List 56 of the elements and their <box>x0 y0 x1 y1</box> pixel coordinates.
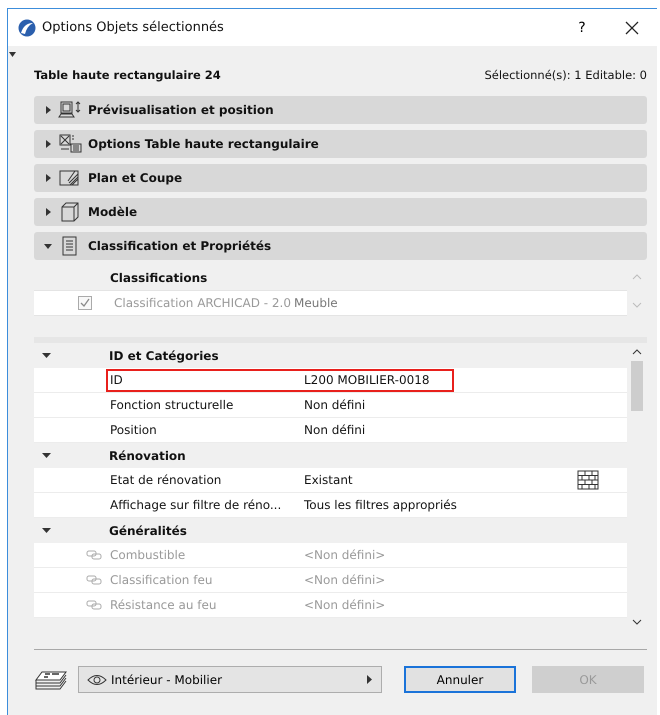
panel-header[interactable]: Plan et Coupe <box>34 164 647 192</box>
close-icon <box>625 20 639 34</box>
monitor-icon <box>58 100 82 120</box>
expand-arrow-icon <box>44 208 52 216</box>
expand-arrow-icon <box>44 140 52 148</box>
classification-system: Classification ARCHICAD - 2.0 <box>114 296 291 310</box>
brick-wall-icon[interactable] <box>577 470 599 490</box>
property-name: Résistance au feu <box>110 598 218 612</box>
classification-value: Meuble <box>294 296 338 310</box>
collapse-arrow-icon[interactable] <box>42 452 51 458</box>
property-value: <Non défini> <box>304 573 386 587</box>
app-logo-icon <box>18 18 36 36</box>
settings-grid-icon <box>58 134 82 154</box>
help-button[interactable]: ? <box>557 9 607 46</box>
property-value[interactable]: Tous les filtres appropriés <box>304 498 457 512</box>
property-value: <Non défini> <box>304 548 386 562</box>
collapse-arrow-icon[interactable] <box>42 528 51 534</box>
property-value[interactable]: Non défini <box>304 423 444 437</box>
panel-header[interactable]: Options Table haute rectangulaire <box>34 130 647 158</box>
dropdown-arrow-icon[interactable] <box>9 52 16 57</box>
link-icon <box>86 600 102 610</box>
eye-icon <box>87 674 107 686</box>
scroll-up-icon[interactable] <box>632 349 642 355</box>
property-name: Fonction structurelle <box>110 398 234 412</box>
panel-header[interactable]: Prévisualisation et position <box>34 96 647 124</box>
checkbox[interactable] <box>78 296 92 310</box>
collapse-arrow-icon[interactable] <box>42 352 51 358</box>
property-name: Etat de rénovation <box>110 473 222 487</box>
property-name: Position <box>110 423 158 437</box>
property-value[interactable]: Existant <box>304 473 444 487</box>
property-value: <Non défini> <box>304 598 386 612</box>
panel-header[interactable]: Modèle <box>34 198 647 226</box>
element-name: Table haute rectangulaire 24 <box>34 68 221 82</box>
group-heading: Rénovation <box>109 448 186 462</box>
property-name: ID <box>110 373 124 387</box>
group-heading: Généralités <box>109 524 187 538</box>
collapse-arrow-icon <box>44 242 52 250</box>
link-icon <box>86 575 102 585</box>
expand-arrow-icon <box>44 174 52 182</box>
property-value[interactable]: L200 MOBILIER-0018 <box>304 373 444 387</box>
selection-count: Sélectionné(s): 1 Editable: 0 <box>484 68 647 82</box>
link-icon <box>86 550 102 560</box>
scroll-down-icon[interactable] <box>632 619 642 625</box>
table-heading: Classifications <box>110 271 208 285</box>
scrollbar-thumb[interactable] <box>631 361 643 411</box>
window-title: Options Objets sélectionnés <box>42 20 225 35</box>
submenu-arrow-icon <box>367 675 373 684</box>
cancel-button[interactable]: Annuler <box>404 666 516 693</box>
layer-dropdown[interactable]: Intérieur - Mobilier <box>78 666 382 693</box>
property-name: Affichage sur filtre de réno... <box>110 498 282 512</box>
property-value[interactable]: Non défini <box>304 398 444 412</box>
property-name: Classification feu <box>110 573 214 587</box>
panel-header[interactable]: Classification et Propriétés <box>34 232 647 260</box>
expand-arrow-icon <box>44 106 52 114</box>
group-heading: ID et Catégories <box>109 348 219 362</box>
property-name: Combustible <box>110 548 186 562</box>
